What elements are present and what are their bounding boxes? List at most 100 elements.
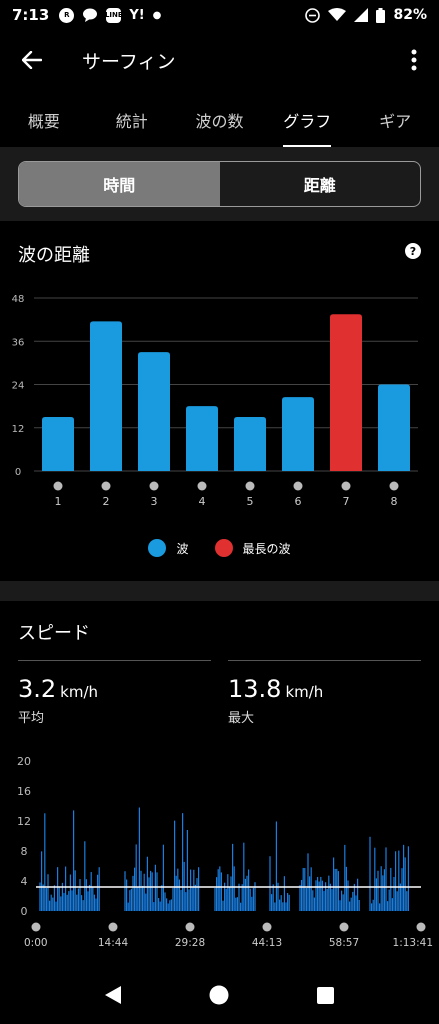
yahoo-icon: Y!: [129, 7, 145, 23]
line-app-icon: LINE: [105, 7, 123, 23]
speed-title: スピード: [18, 623, 90, 644]
bar: [138, 352, 170, 471]
x-tick-label: 7: [343, 495, 350, 508]
max-speed-value: 13.8: [228, 675, 282, 703]
more-vert-icon: [411, 49, 417, 71]
y-tick-label: 16: [17, 785, 31, 798]
y-tick-label: 0: [21, 905, 28, 918]
x-tick-label: 4: [199, 495, 206, 508]
overflow-menu-button[interactable]: [399, 40, 429, 80]
legend-longest-dot: [214, 539, 233, 557]
tab-graph[interactable]: グラフ: [263, 92, 351, 147]
x-marker-dot: [185, 922, 195, 932]
x-marker-dot: [53, 481, 63, 491]
y-tick-label: 4: [21, 875, 28, 888]
tab-overview[interactable]: 概要: [0, 92, 88, 147]
tab-wave-count[interactable]: 波の数: [176, 92, 264, 147]
y-tick-label: 24: [12, 381, 25, 392]
x-marker-dot: [31, 922, 41, 932]
x-tick-label: 29:28: [175, 937, 205, 949]
x-marker-dot: [293, 481, 303, 491]
x-marker-dot: [341, 481, 351, 491]
x-marker-dot: [108, 922, 118, 932]
x-tick-label: 5: [247, 495, 254, 508]
max-speed-stat: 13.8 km/h 最大: [228, 660, 421, 726]
legend-wave-dot: [148, 539, 167, 557]
y-tick-label: 12: [12, 424, 25, 435]
app-bar: サーフィン: [0, 30, 439, 90]
y-tick-label: 20: [17, 755, 31, 768]
x-tick-label: 1: [55, 495, 62, 508]
wave-distance-title: 波の距離: [18, 245, 90, 266]
x-marker-dot: [101, 481, 111, 491]
segment-section: 時間 距離: [0, 147, 439, 221]
x-tick-label: 3: [151, 495, 158, 508]
x-marker-dot: [262, 922, 272, 932]
bar: [378, 384, 410, 471]
bar: [42, 416, 74, 471]
x-tick-label: 44:13: [252, 937, 282, 949]
more-notifications-icon: ●: [152, 9, 162, 21]
segment-time-button[interactable]: 時間: [19, 162, 220, 206]
bar: [282, 397, 314, 471]
x-marker-dot: [389, 481, 399, 491]
system-icons: 82%: [305, 7, 427, 23]
x-tick-label: 58:57: [329, 937, 359, 949]
notification-app-icon: R: [59, 7, 75, 23]
status-bar: 7:13 R LINE Y! ● 82%: [0, 0, 439, 30]
y-tick-label: 0: [15, 467, 21, 478]
y-tick-label: 48: [12, 294, 25, 305]
bar: [330, 314, 362, 471]
circle-home-icon: [209, 985, 229, 1005]
x-marker-dot: [339, 922, 349, 932]
legend-wave-label: 波: [176, 541, 189, 556]
segment-distance-button[interactable]: 距離: [220, 162, 421, 206]
x-tick-label: 8: [391, 495, 398, 508]
chart-legend: 波 最長の波: [0, 539, 439, 557]
battery-percent: 82%: [393, 7, 427, 23]
x-marker-dot: [416, 922, 426, 932]
nav-home-button[interactable]: [199, 975, 239, 1015]
legend-longest-label: 最長の波: [242, 541, 291, 556]
avg-speed-unit: km/h: [60, 683, 99, 701]
wave-distance-card: 波の距離 ? 0 12 24 36 48 1 2 3 4 5 6 7 8 波 最長の波: [0, 221, 439, 581]
x-marker-dot: [149, 481, 159, 491]
speed-card: スピード 3.2 km/h 平均 13.8 km/h 最大 0 4 8 12 16 20 0:0…: [0, 601, 439, 966]
avg-speed-label: 平均: [18, 711, 45, 726]
avg-speed-stat: 3.2 km/h 平均: [18, 660, 211, 726]
system-nav-bar: [0, 966, 439, 1024]
status-time: 7:13: [12, 6, 50, 24]
tab-stats[interactable]: 統計: [88, 92, 176, 147]
nav-back-button[interactable]: [93, 975, 133, 1015]
bar: [186, 406, 218, 471]
avg-speed-value: 3.2: [18, 675, 57, 703]
battery-icon: [376, 7, 386, 23]
time-distance-toggle: 時間 距離: [18, 161, 421, 207]
square-recents-icon: [317, 986, 335, 1004]
do-not-disturb-icon: [305, 7, 321, 23]
triangle-back-icon: [105, 986, 122, 1004]
help-icon[interactable]: ?: [405, 243, 421, 259]
x-tick-label: 0:00: [24, 937, 48, 949]
tab-gear[interactable]: ギア: [351, 92, 439, 147]
bar: [90, 321, 122, 471]
max-speed-label: 最大: [228, 711, 255, 726]
section-divider: [0, 581, 439, 601]
wave-distance-chart: 0122436481 2 3 4 5 6 7 8: [12, 294, 418, 508]
signal-icon: [354, 8, 369, 22]
bar: [234, 416, 266, 471]
legend-item-longest-wave: 最長の波: [214, 539, 291, 557]
back-button[interactable]: [12, 40, 52, 80]
tab-bar: 概要 統計 波の数 グラフ ギア: [0, 92, 439, 147]
max-speed-unit: km/h: [285, 683, 324, 701]
speed-chart: 0 4 8 12 16 20 0:00 14:44 29:28 44:13 58:57 1:13:41: [17, 755, 433, 949]
page-title: サーフィン: [82, 50, 176, 73]
x-marker-dot: [245, 481, 255, 491]
legend-item-wave: 波: [148, 539, 189, 557]
y-tick-label: 12: [17, 815, 31, 828]
y-tick-label: 36: [12, 337, 25, 348]
x-tick-label: 6: [295, 495, 302, 508]
nav-recents-button[interactable]: [306, 975, 346, 1015]
x-tick-label: 1:13:41: [393, 937, 433, 949]
y-tick-label: 8: [21, 845, 28, 858]
